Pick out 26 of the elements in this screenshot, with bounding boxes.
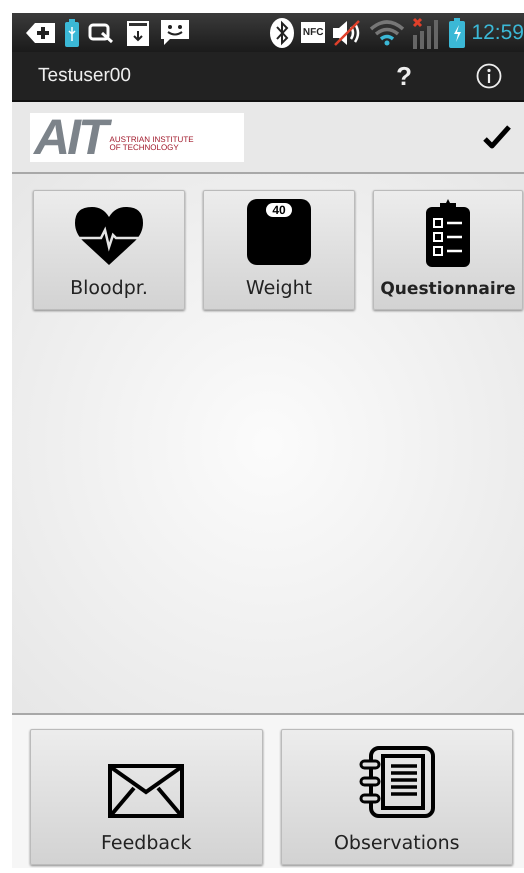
bottom-button[interactable]: Feedback — [30, 729, 262, 865]
nfc-indicator: NFC — [300, 22, 326, 43]
usb-battery-icon — [65, 18, 79, 46]
screenshot-icon — [88, 20, 116, 44]
logo-text: AUSTRIAN INSTITUTE — [110, 136, 194, 144]
logo-text: OF TECHNOLOGY — [110, 144, 180, 152]
scale-icon: 40 — [247, 199, 311, 265]
heart-pulse-icon — [75, 207, 143, 265]
bluetooth-icon — [268, 16, 295, 48]
tile-button[interactable]: Questionnaire — [373, 190, 523, 310]
tag-plus-icon — [26, 20, 56, 44]
tile-button[interactable]: Bloodpr. — [33, 190, 185, 310]
notebook-icon — [358, 746, 435, 818]
help-button[interactable]: ? — [396, 60, 412, 92]
clipboard-checklist-icon — [424, 199, 472, 267]
info-icon[interactable] — [476, 63, 502, 89]
smiley-message-icon — [160, 18, 190, 46]
checkmark-icon[interactable] — [482, 124, 512, 150]
user-name: Testuser00 — [38, 65, 132, 87]
tile-button[interactable]: 40 Weight — [203, 190, 355, 310]
envelope-icon — [108, 764, 184, 818]
bottom-button[interactable]: Observations — [280, 729, 513, 865]
wifi-icon — [369, 20, 406, 46]
charging-battery-icon — [449, 18, 466, 48]
clock: 12:59 — [471, 20, 524, 44]
download-box-icon — [125, 18, 151, 46]
